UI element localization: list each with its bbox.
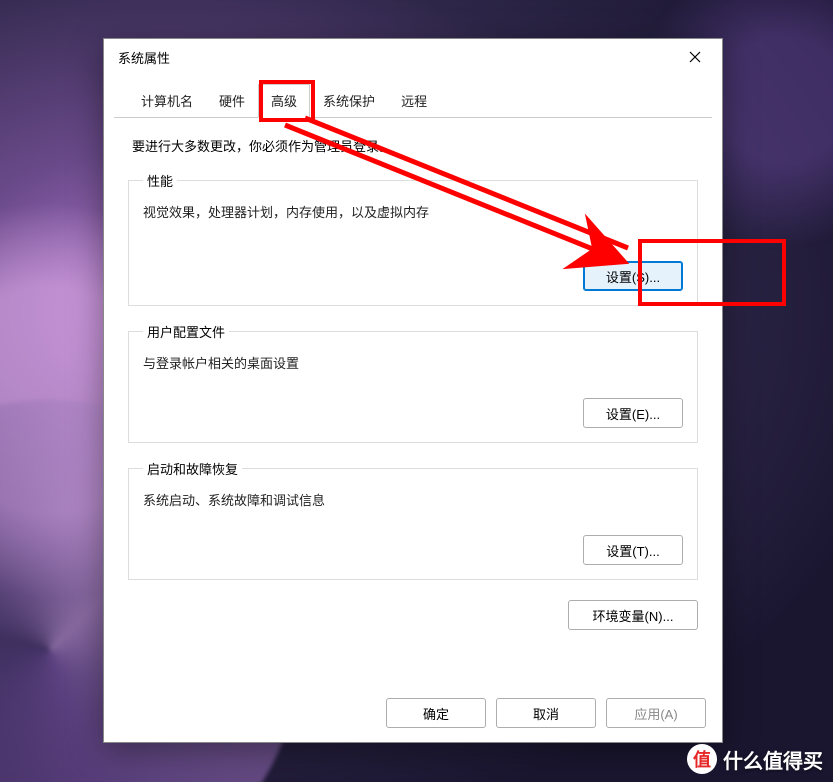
group-user-profile-legend: 用户配置文件	[143, 322, 229, 341]
group-performance-desc: 视觉效果，处理器计划，内存使用，以及虚拟内存	[143, 202, 683, 221]
close-icon	[689, 51, 701, 63]
tab-system-protection[interactable]: 系统保护	[310, 84, 388, 118]
tab-strip: 计算机名 硬件 高级 系统保护 远程	[114, 75, 712, 118]
tab-remote[interactable]: 远程	[388, 84, 440, 118]
group-startup-recovery-legend: 启动和故障恢复	[143, 459, 242, 478]
startup-recovery-settings-button[interactable]: 设置(T)...	[583, 535, 683, 565]
watermark-text: 什么值得买	[723, 745, 823, 774]
tab-hardware[interactable]: 硬件	[206, 84, 258, 118]
group-startup-recovery-desc: 系统启动、系统故障和调试信息	[143, 490, 683, 509]
performance-settings-button[interactable]: 设置(S)...	[583, 261, 683, 291]
titlebar: 系统属性	[104, 39, 722, 75]
tab-advanced[interactable]: 高级	[258, 84, 310, 118]
close-button[interactable]	[672, 41, 718, 73]
group-performance-legend: 性能	[143, 171, 177, 190]
system-properties-dialog: 系统属性 计算机名 硬件 高级 系统保护 远程 要进行大多数更改，你必须作为管理…	[103, 38, 723, 743]
ok-button[interactable]: 确定	[386, 698, 486, 728]
apply-button[interactable]: 应用(A)	[606, 698, 706, 728]
group-startup-recovery: 启动和故障恢复 系统启动、系统故障和调试信息 设置(T)...	[128, 459, 698, 580]
tab-computer-name[interactable]: 计算机名	[128, 84, 206, 118]
admin-note: 要进行大多数更改，你必须作为管理员登录。	[132, 136, 694, 155]
user-profile-settings-button[interactable]: 设置(E)...	[583, 398, 683, 428]
group-performance: 性能 视觉效果，处理器计划，内存使用，以及虚拟内存 设置(S)...	[128, 171, 698, 306]
dialog-footer: 确定 取消 应用(A)	[104, 686, 722, 742]
group-user-profile: 用户配置文件 与登录帐户相关的桌面设置 设置(E)...	[128, 322, 698, 443]
dialog-title: 系统属性	[118, 48, 672, 67]
tab-content-advanced: 要进行大多数更改，你必须作为管理员登录。 性能 视觉效果，处理器计划，内存使用，…	[104, 118, 722, 686]
environment-variables-button[interactable]: 环境变量(N)...	[568, 600, 698, 630]
group-user-profile-desc: 与登录帐户相关的桌面设置	[143, 353, 683, 372]
cancel-button[interactable]: 取消	[496, 698, 596, 728]
watermark-badge-icon: 值	[687, 744, 717, 774]
watermark: 值 什么值得买	[687, 744, 823, 774]
